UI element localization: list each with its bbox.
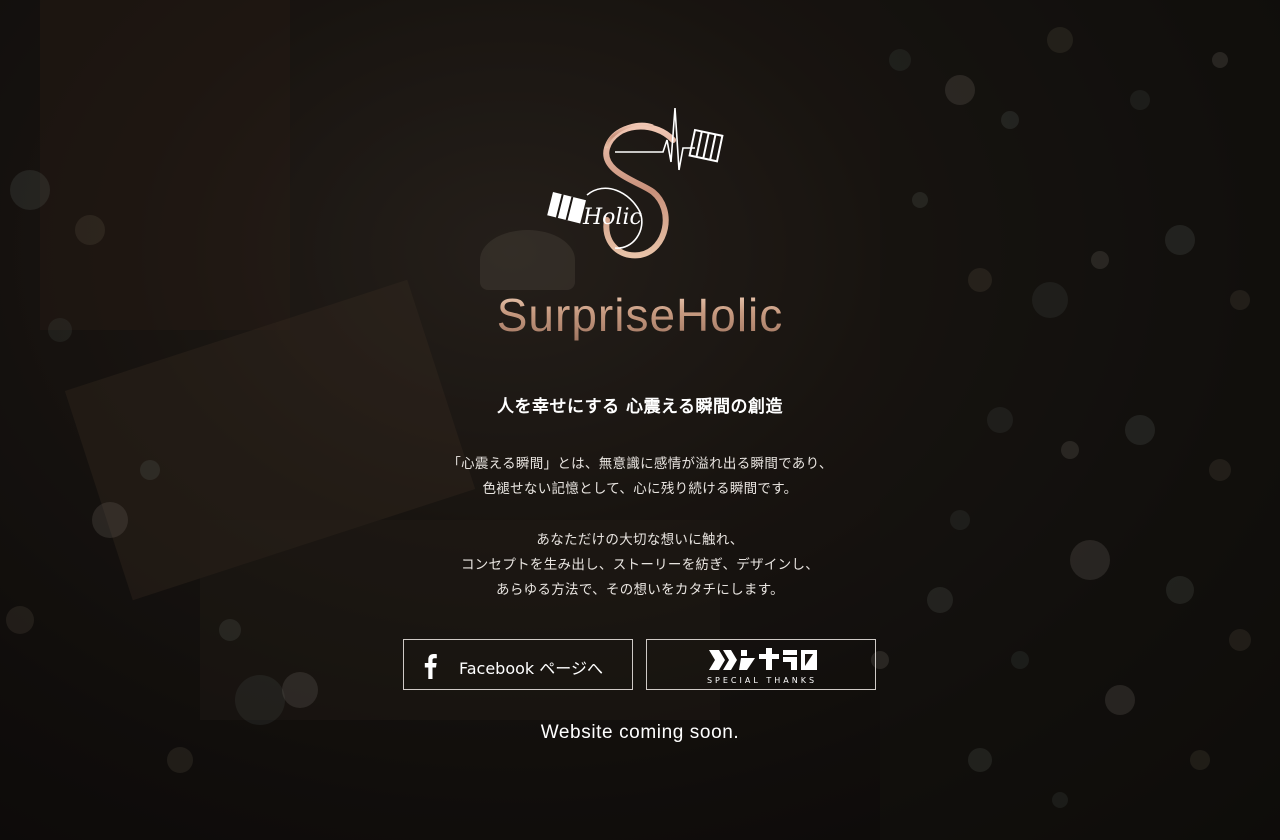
facebook-f-icon <box>424 654 437 679</box>
intro-line: 色褪せない記憶として、心に残り続ける瞬間です。 <box>482 481 798 497</box>
brand-name: SurpriseHolic <box>0 288 1280 342</box>
bulb-logo-icon: Holic <box>547 107 724 259</box>
coming-soon-text: Website coming soon. <box>540 722 740 743</box>
logo-script-text: Holic <box>582 205 642 230</box>
tagline: 人を幸せにする 心震える瞬間の創造 <box>496 397 784 417</box>
landing-content: Holic SurpriseHolic 人を幸せにする 心震える瞬間の創造 「心… <box>0 0 1280 840</box>
facebook-button-label: Facebook ページへ <box>459 659 603 678</box>
intro-paragraph-2: あなただけの大切な想いに触れ、 コンセプトを生み出し、ストーリーを紡ぎ、デザイン… <box>0 528 1280 603</box>
intro-line: あらゆる方法で、その想いをカタチにします。 <box>496 582 784 598</box>
special-thanks-button[interactable]: SPECIAL THANKS <box>646 639 876 690</box>
intro-line: 「心震える瞬間」とは、無意識に感情が溢れ出る瞬間であり、 <box>447 456 833 472</box>
special-thanks-logo <box>709 648 817 670</box>
intro-paragraph-1: 「心震える瞬間」とは、無意識に感情が溢れ出る瞬間であり、 色褪せない記憶として、… <box>0 452 1280 502</box>
intro-line: コンセプトを生み出し、ストーリーを紡ぎ、デザインし、 <box>460 557 820 573</box>
facebook-page-button[interactable]: Facebook ページへ <box>403 639 633 690</box>
special-thanks-label: SPECIAL THANKS <box>706 676 818 685</box>
intro-line: あなただけの大切な想いに触れ、 <box>536 532 744 548</box>
